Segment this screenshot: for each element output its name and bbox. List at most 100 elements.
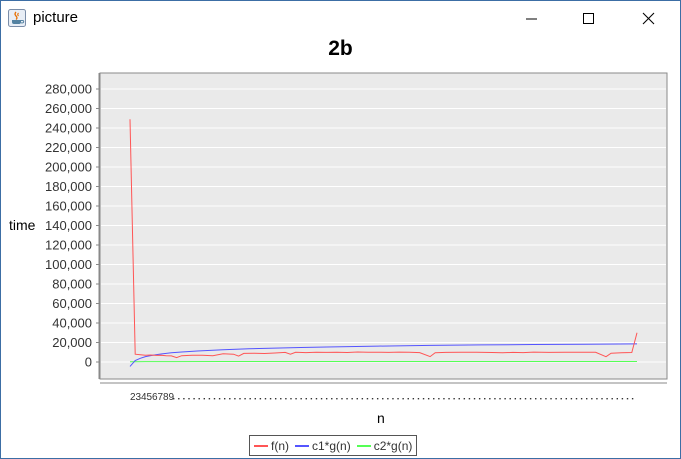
x-tick-dot <box>478 398 481 400</box>
x-tick-dot <box>509 398 511 400</box>
x-tick-dot <box>239 398 241 400</box>
x-tick-dot <box>540 398 542 400</box>
x-tick-dot <box>173 398 175 400</box>
x-tick-dot <box>274 398 277 400</box>
x-tick-dot <box>178 398 180 400</box>
x-tick-dot <box>387 398 389 400</box>
y-tick-label: 60,000 <box>52 296 92 311</box>
x-tick-dot <box>616 398 619 400</box>
x-tick-dot <box>575 398 578 400</box>
x-tick-dot <box>499 398 501 400</box>
x-tick-dot <box>325 398 328 400</box>
chart-legend: f(n) c1*g(n) c2*g(n) <box>249 435 418 456</box>
x-tick-dot <box>223 398 226 400</box>
x-tick-dot <box>489 398 491 400</box>
x-tick-dot <box>565 398 568 400</box>
x-tick-dot <box>280 398 282 400</box>
x-tick-dot <box>453 398 455 400</box>
x-tick-dot <box>351 398 353 400</box>
y-tick-label: 140,000 <box>45 218 92 233</box>
y-tick-label: 120,000 <box>45 238 92 253</box>
x-tick-dot <box>218 398 221 400</box>
x-tick-dot <box>443 398 445 400</box>
x-tick-dot <box>336 398 338 400</box>
x-tick-dot <box>356 398 358 400</box>
legend-swatch-f <box>254 444 268 447</box>
x-tick-dot <box>514 398 517 400</box>
legend-swatch-c1g <box>295 444 309 447</box>
x-tick-dot <box>366 398 369 400</box>
x-tick-dot <box>346 398 348 400</box>
x-tick-dot <box>591 398 593 400</box>
x-tick-dot <box>397 398 399 400</box>
x-tick-dot <box>631 398 634 400</box>
legend-label-f: f(n) <box>271 438 289 453</box>
x-tick-dot <box>524 398 527 400</box>
x-tick-dot <box>407 398 409 400</box>
legend-item-c2g: c2*g(n) <box>356 438 413 453</box>
line-chart: 0 20,000 40,000 60,000 80,000 100,000 120,000 1… <box>45 72 668 403</box>
x-tick-dot <box>417 398 420 400</box>
x-tick-dot <box>376 398 379 400</box>
x-tick-dot <box>473 398 476 400</box>
y-tick-label: 180,000 <box>45 179 92 194</box>
x-tick-dot <box>626 398 629 400</box>
legend-item-c1g: c1*g(n) <box>295 439 351 453</box>
x-tick-dot <box>269 398 272 400</box>
x-tick-dot <box>392 398 394 400</box>
x-tick-dot <box>193 398 195 400</box>
y-tick-label: 220,000 <box>45 140 92 155</box>
x-tick-dot <box>244 398 246 400</box>
x-tick-dot <box>254 398 256 400</box>
x-tick-dot <box>361 398 364 400</box>
x-tick-dot <box>448 398 450 400</box>
x-tick-dot <box>300 398 302 400</box>
x-tick-dot <box>382 398 384 400</box>
x-tick-dot <box>208 398 211 400</box>
x-tick-dot <box>285 398 287 400</box>
x-tick-dot <box>458 398 460 400</box>
y-tick-label: 280,000 <box>45 82 92 97</box>
x-tick-dot <box>550 398 552 400</box>
y-tick-label: 100,000 <box>45 257 92 272</box>
y-tick-label: 40,000 <box>52 316 92 331</box>
y-tick-label: 0 <box>85 355 92 370</box>
x-tick-dot <box>535 398 537 400</box>
y-tick-label: 260,000 <box>45 101 92 116</box>
x-tick-dot <box>601 398 603 400</box>
x-tick-dot <box>484 398 486 400</box>
legend-label-c2g: c2*g(n) <box>373 438 413 453</box>
x-tick-dot <box>555 398 557 400</box>
y-tick-label: 240,000 <box>45 121 92 136</box>
x-tick-dot <box>213 398 216 400</box>
legend-swatch-c2g <box>356 444 371 447</box>
x-tick-dot <box>433 398 435 400</box>
x-tick-dot <box>586 398 588 400</box>
x-tick-dot <box>611 398 613 400</box>
x-tick-dot <box>331 398 333 400</box>
legend-item-f: f(n) <box>254 439 289 453</box>
x-tick-label: 9 <box>169 392 175 403</box>
x-tick-dot <box>341 398 343 400</box>
x-tick-dot <box>183 398 185 400</box>
x-tick-dot <box>504 398 506 400</box>
x-tick-dot <box>188 398 190 400</box>
x-tick-dot <box>438 398 440 400</box>
x-tick-dot <box>570 398 573 400</box>
x-tick-dot <box>249 398 251 400</box>
x-tick-dot <box>402 398 404 400</box>
x-tick-dot <box>519 398 522 400</box>
x-tick-dot <box>494 398 496 400</box>
x-tick-dot <box>529 398 532 400</box>
x-tick-dot <box>310 398 313 400</box>
y-tick-label: 80,000 <box>52 277 92 292</box>
x-tick-dot <box>371 398 374 400</box>
x-tick-dot <box>264 398 267 400</box>
x-tick-dot <box>295 398 297 400</box>
x-tick-dot <box>545 398 547 400</box>
x-tick-dot <box>290 398 292 400</box>
x-tick-dot <box>621 398 624 400</box>
x-tick-dot <box>422 398 425 400</box>
x-tick-dot <box>468 398 471 400</box>
x-tick-dot <box>203 398 205 400</box>
